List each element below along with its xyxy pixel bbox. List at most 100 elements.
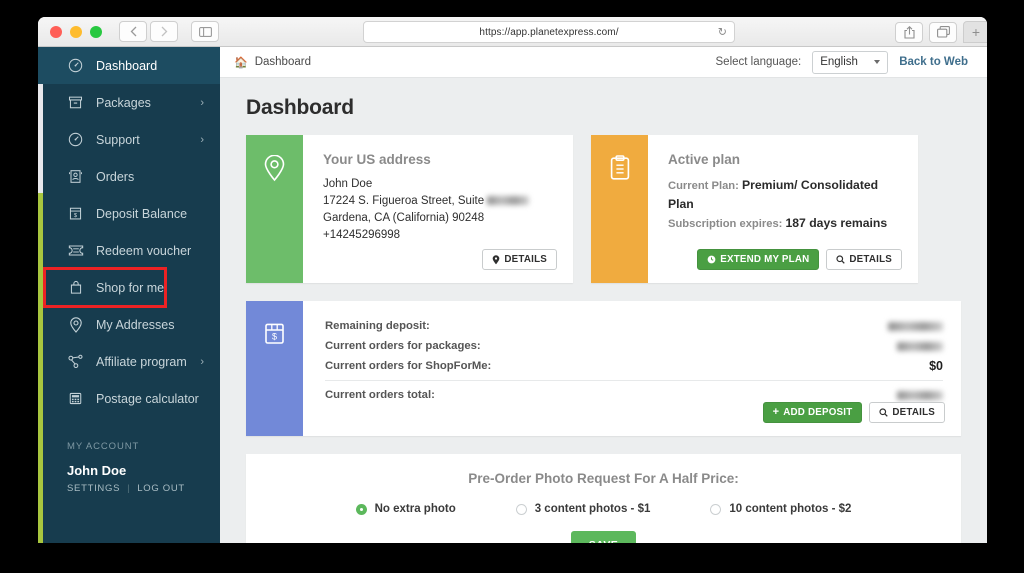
minimize-window-button[interactable] bbox=[70, 26, 82, 38]
plan-details-button[interactable]: DETAILS bbox=[826, 249, 902, 270]
photo-option-label: 3 content photos - $1 bbox=[535, 503, 651, 515]
sidebar-item-redeem-voucher[interactable]: Redeem voucher bbox=[38, 232, 220, 269]
address-details-button[interactable]: DETAILS bbox=[482, 249, 557, 270]
address-phone: +14245296998 bbox=[323, 227, 555, 244]
sidebar-item-orders[interactable]: Orders bbox=[38, 158, 220, 195]
back-button[interactable] bbox=[119, 21, 147, 42]
clipboard-icon bbox=[609, 155, 631, 181]
photo-request-card: Pre-Order Photo Request For A Half Price… bbox=[246, 454, 961, 543]
gauge-icon bbox=[67, 57, 84, 74]
back-to-web-link[interactable]: Back to Web bbox=[899, 56, 968, 68]
sidebar-item-label: Packages bbox=[96, 96, 151, 110]
svg-text:$: $ bbox=[74, 213, 78, 219]
deposit-row: Current orders for packages: bbox=[325, 336, 943, 356]
maximize-window-button[interactable] bbox=[90, 26, 102, 38]
add-deposit-button[interactable]: + ADD DEPOSIT bbox=[763, 402, 863, 423]
address-name: John Doe bbox=[323, 176, 555, 193]
deposit-row-label: Remaining deposit: bbox=[325, 320, 430, 332]
close-window-button[interactable] bbox=[50, 26, 62, 38]
logout-link[interactable]: LOG OUT bbox=[137, 483, 185, 494]
sidebar-item-label: Dashboard bbox=[96, 59, 157, 73]
active-plan-card: Active plan Current Plan: Premium/ Conso… bbox=[591, 135, 918, 283]
deposit-row-value-redacted bbox=[897, 342, 943, 351]
breadcrumb: 🏠 Dashboard bbox=[234, 56, 311, 69]
desktop-background: https://app.planetexpress.com/ ↻ bbox=[0, 0, 1024, 573]
deposit-row-value-redacted bbox=[897, 391, 943, 400]
account-links-divider: | bbox=[127, 483, 130, 494]
sidebar-item-dashboard[interactable]: Dashboard bbox=[38, 47, 220, 84]
sidebar-item-deposit-balance[interactable]: $ Deposit Balance bbox=[38, 195, 220, 232]
reload-icon[interactable]: ↻ bbox=[718, 26, 727, 39]
address-card-body: Your US address John Doe 17224 S. Figuer… bbox=[303, 135, 573, 283]
map-pin-icon bbox=[67, 316, 84, 333]
box-icon bbox=[67, 94, 84, 111]
page-title: Dashboard bbox=[246, 96, 961, 120]
settings-link[interactable]: SETTINGS bbox=[67, 483, 120, 494]
sidebar-item-label: Support bbox=[96, 133, 140, 147]
home-icon: 🏠 bbox=[234, 56, 248, 69]
chevron-down-icon bbox=[874, 60, 880, 64]
chevron-right-icon: › bbox=[200, 97, 204, 109]
subscription-expires-label: Subscription expires: bbox=[668, 218, 782, 230]
browser-window: https://app.planetexpress.com/ ↻ bbox=[38, 17, 987, 543]
photo-option-3-photos[interactable]: 3 content photos - $1 bbox=[516, 503, 651, 515]
chevron-right-icon: › bbox=[200, 356, 204, 368]
top-bar: 🏠 Dashboard Select language: English Bac… bbox=[220, 47, 987, 78]
extend-my-plan-button[interactable]: EXTEND MY PLAN bbox=[697, 249, 819, 270]
tab-overview-icon[interactable] bbox=[929, 22, 957, 43]
plan-card-body: Active plan Current Plan: Premium/ Conso… bbox=[648, 135, 918, 283]
url-text: https://app.planetexpress.com/ bbox=[479, 27, 618, 38]
sidebar-item-label: My Addresses bbox=[96, 318, 175, 332]
sidebar-item-support[interactable]: Support › bbox=[38, 121, 220, 158]
deposit-row: Current orders for ShopForMe: $0 bbox=[325, 356, 943, 376]
clock-icon bbox=[707, 255, 716, 264]
language-select[interactable]: English bbox=[812, 51, 888, 74]
language-select-value: English bbox=[820, 56, 858, 68]
sidebar-toggle-icon[interactable] bbox=[191, 21, 219, 42]
account-links: SETTINGS | LOG OUT bbox=[67, 483, 220, 494]
photo-option-10-photos[interactable]: 10 content photos - $2 bbox=[710, 503, 851, 515]
photo-option-label: 10 content photos - $2 bbox=[729, 503, 851, 515]
sidebar-item-affiliate-program[interactable]: Affiliate program › bbox=[38, 343, 220, 380]
deposit-divider bbox=[325, 380, 943, 381]
select-language-label: Select language: bbox=[716, 56, 802, 68]
save-button[interactable]: SAVE bbox=[571, 531, 636, 543]
deposit-row-value-redacted bbox=[888, 322, 943, 331]
forward-button[interactable] bbox=[150, 21, 178, 42]
share-icon[interactable] bbox=[895, 22, 923, 43]
sidebar: Dashboard Packages › Support › bbox=[38, 47, 220, 543]
add-deposit-label: ADD DEPOSIT bbox=[783, 407, 852, 418]
share-nodes-icon bbox=[67, 353, 84, 370]
sidebar-item-packages[interactable]: Packages › bbox=[38, 84, 220, 121]
sidebar-item-shop-for-me[interactable]: Shop for me bbox=[45, 269, 165, 306]
account-section-label: MY ACCOUNT bbox=[67, 441, 220, 452]
plan-card-title: Active plan bbox=[668, 152, 900, 167]
shopping-bag-icon bbox=[67, 279, 84, 296]
current-plan-row: Current Plan: Premium/ Consolidated Plan bbox=[668, 176, 900, 214]
deposit-card-buttons: + ADD DEPOSIT DETAILS bbox=[763, 402, 945, 423]
top-bar-right: Select language: English Back to Web bbox=[716, 51, 969, 74]
dollar-box-icon: $ bbox=[67, 205, 84, 222]
address-bar[interactable]: https://app.planetexpress.com/ ↻ bbox=[363, 21, 735, 43]
new-tab-button[interactable]: + bbox=[963, 21, 987, 43]
deposit-summary-card: $ Remaining deposit: Current orders for … bbox=[246, 301, 961, 436]
calculator-icon bbox=[67, 390, 84, 407]
sidebar-item-postage-calculator[interactable]: Postage calculator bbox=[38, 380, 220, 417]
sidebar-item-my-addresses[interactable]: My Addresses bbox=[38, 306, 220, 343]
account-section: MY ACCOUNT John Doe SETTINGS | LOG OUT bbox=[38, 441, 220, 494]
address-card-title: Your US address bbox=[323, 152, 555, 167]
deposit-row-label: Current orders total: bbox=[325, 389, 435, 401]
address-street-text: 17224 S. Figueroa Street, Suite bbox=[323, 195, 487, 207]
ticket-icon bbox=[67, 242, 84, 259]
deposit-details-button[interactable]: DETAILS bbox=[869, 402, 945, 423]
deposit-details-label: DETAILS bbox=[892, 407, 935, 418]
radio-button[interactable] bbox=[710, 504, 721, 515]
browser-toolbar: https://app.planetexpress.com/ ↻ bbox=[38, 17, 987, 47]
radio-button[interactable] bbox=[516, 504, 527, 515]
photo-option-no-extra[interactable]: No extra photo bbox=[356, 503, 456, 515]
radio-button[interactable] bbox=[356, 504, 367, 515]
account-user-name: John Doe bbox=[67, 463, 220, 478]
toolbar-right-buttons: + bbox=[895, 21, 987, 43]
svg-text:$: $ bbox=[272, 332, 277, 342]
sidebar-item-label: Redeem voucher bbox=[96, 244, 191, 258]
